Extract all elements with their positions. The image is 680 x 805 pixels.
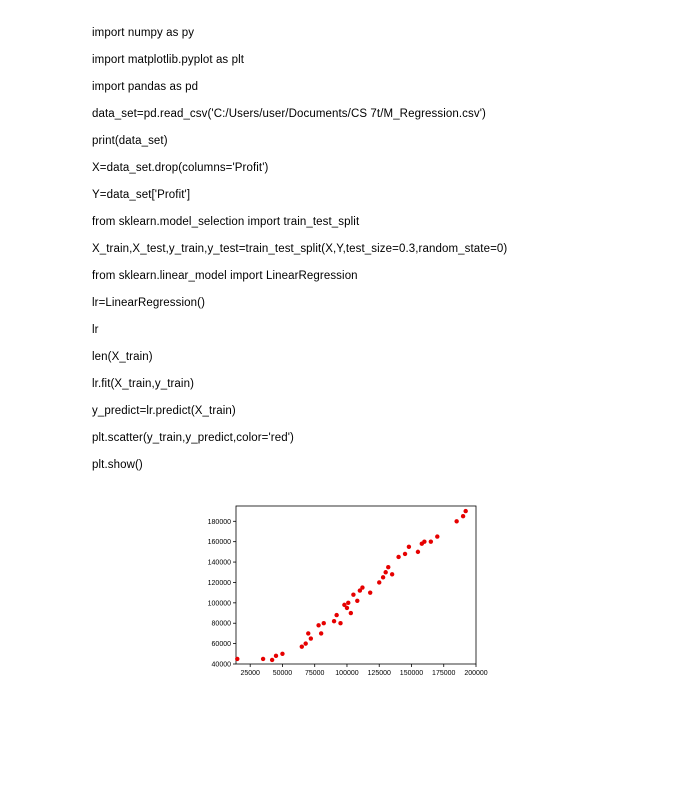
code-line: len(X_train) [92,351,680,363]
svg-text:200000: 200000 [464,670,487,677]
scatter-plot: 25000 50000 75000 100000 125000 150000 175000 2… [190,496,490,686]
svg-text:120000: 120000 [208,580,231,587]
svg-text:40000: 40000 [212,662,232,669]
code-line: lr.fit(X_train,y_train) [92,378,680,390]
svg-text:50000: 50000 [273,670,293,677]
code-line: print(data_set) [92,135,680,147]
svg-text:60000: 60000 [212,641,232,648]
svg-text:180000: 180000 [208,519,231,526]
svg-text:125000: 125000 [368,670,391,677]
scatter-plot-container: 25000 50000 75000 100000 125000 150000 175000 2… [0,496,680,686]
svg-text:150000: 150000 [400,670,423,677]
code-line: plt.show() [92,459,680,471]
code-block: import numpy as py import matplotlib.pyp… [0,0,680,471]
code-line: import pandas as pd [92,81,680,93]
code-line: lr=LinearRegression() [92,297,680,309]
svg-text:100000: 100000 [335,670,358,677]
svg-text:25000: 25000 [240,670,260,677]
code-line: lr [92,324,680,336]
code-line: Y=data_set['Profit'] [92,189,680,201]
svg-text:75000: 75000 [305,670,325,677]
svg-text:80000: 80000 [212,621,232,628]
svg-text:160000: 160000 [208,539,231,546]
code-line: import matplotlib.pyplot as plt [92,54,680,66]
svg-text:175000: 175000 [432,670,455,677]
svg-text:140000: 140000 [208,560,231,567]
svg-text:100000: 100000 [208,600,231,607]
code-line: plt.scatter(y_train,y_predict,color='red… [92,432,680,444]
code-line: from sklearn.model_selection import trai… [92,216,680,228]
code-line: X=data_set.drop(columns='Profit') [92,162,680,174]
code-line: from sklearn.linear_model import LinearR… [92,270,680,282]
code-line: y_predict=lr.predict(X_train) [92,405,680,417]
code-line: X_train,X_test,y_train,y_test=train_test… [92,243,680,255]
code-line: data_set=pd.read_csv('C:/Users/user/Docu… [92,108,680,120]
code-line: import numpy as py [92,27,680,39]
